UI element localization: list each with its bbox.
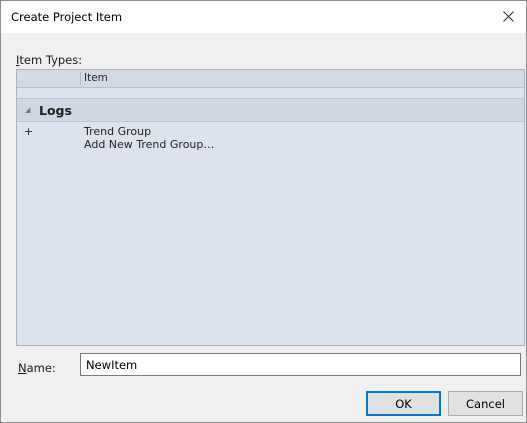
column-header-item[interactable]: Item [84, 72, 108, 84]
cancel-button[interactable]: Cancel [448, 391, 523, 416]
close-button[interactable] [490, 1, 526, 33]
column-header-row: Item [17, 70, 524, 88]
name-label-text: ame: [26, 361, 56, 375]
close-icon [503, 11, 514, 22]
item-types-label: Item Types: [16, 53, 82, 67]
window-title: Create Project Item [11, 10, 123, 24]
title-bar: Create Project Item [1, 1, 526, 33]
collapse-triangle-icon[interactable]: ◢ [25, 106, 30, 114]
group-name: Logs [39, 103, 72, 118]
list-item-label: Trend Group [84, 125, 152, 138]
list-item-label: Add New Trend Group… [84, 138, 215, 151]
ok-button[interactable]: OK [366, 391, 441, 416]
item-types-list[interactable]: Item ◢ Logs + Trend Group Add New Trend … [16, 69, 525, 346]
name-access-key: N [18, 361, 27, 375]
list-item-add-new-trend-group[interactable]: Add New Trend Group… [17, 138, 524, 152]
name-label: Name: [18, 361, 56, 375]
item-types-label-text: tem Types: [19, 53, 83, 67]
column-separator[interactable] [80, 72, 81, 85]
create-project-item-dialog: Create Project Item Item Types: Item ◢ L… [0, 0, 527, 423]
expand-icon[interactable]: + [24, 125, 33, 138]
name-input[interactable] [80, 353, 521, 376]
group-header-logs[interactable]: ◢ Logs [17, 98, 524, 122]
list-item-trend-group[interactable]: + Trend Group [17, 125, 524, 139]
